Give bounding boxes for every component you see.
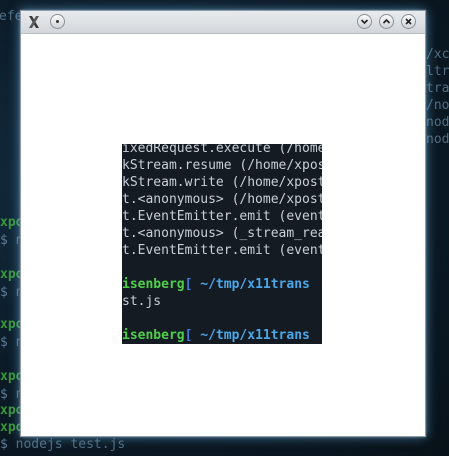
minimize-icon — [360, 19, 369, 25]
x11-icon[interactable] — [26, 14, 42, 30]
terminal-line: t.EventEmitter.emit (event — [122, 243, 322, 258]
bg-line: ltr — [426, 64, 449, 79]
terminal-command: st.js — [122, 294, 162, 309]
window-menu-button[interactable] — [50, 14, 65, 29]
bg-line: /no — [426, 98, 449, 113]
terminal-line: t.<anonymous> (_stream_rea — [122, 226, 322, 241]
embedded-terminal-image: ixedRequest.execute (/home kStream.resum… — [122, 144, 322, 344]
terminal-line: kStream.resume (/home/xpos — [122, 158, 322, 173]
close-icon — [405, 18, 412, 25]
title-bar[interactable] — [21, 11, 425, 34]
terminal-line: kStream.write (/home/xpost — [122, 175, 322, 190]
terminal-prompt: isenberg[ ~/tmp/x11trans — [122, 328, 310, 343]
terminal-line: ixedRequest.execute (/home — [122, 144, 322, 156]
terminal-line: t.<anonymous> (/home/xpost — [122, 192, 322, 207]
dot-icon — [56, 20, 59, 23]
bg-line: nod — [426, 115, 449, 130]
maximize-button[interactable] — [379, 14, 394, 29]
maximize-icon — [382, 18, 391, 24]
bg-line: nod — [426, 132, 449, 147]
terminal-prompt: isenberg[ ~/tmp/x11trans — [122, 277, 310, 292]
bg-line: tra — [426, 81, 449, 96]
minimize-button[interactable] — [357, 14, 372, 29]
bg-line: $ nodejs test.js — [0, 437, 126, 452]
bg-line: /xc — [426, 47, 449, 62]
terminal-line: t.EventEmitter.emit (event — [122, 209, 322, 224]
close-button[interactable] — [401, 14, 416, 29]
app-window: ixedRequest.execute (/home kStream.resum… — [20, 10, 426, 437]
window-client-area[interactable]: ixedRequest.execute (/home kStream.resum… — [21, 34, 425, 436]
desktop: efe xpo $ node xpo $ node xpo $ node xpo… — [0, 0, 449, 456]
